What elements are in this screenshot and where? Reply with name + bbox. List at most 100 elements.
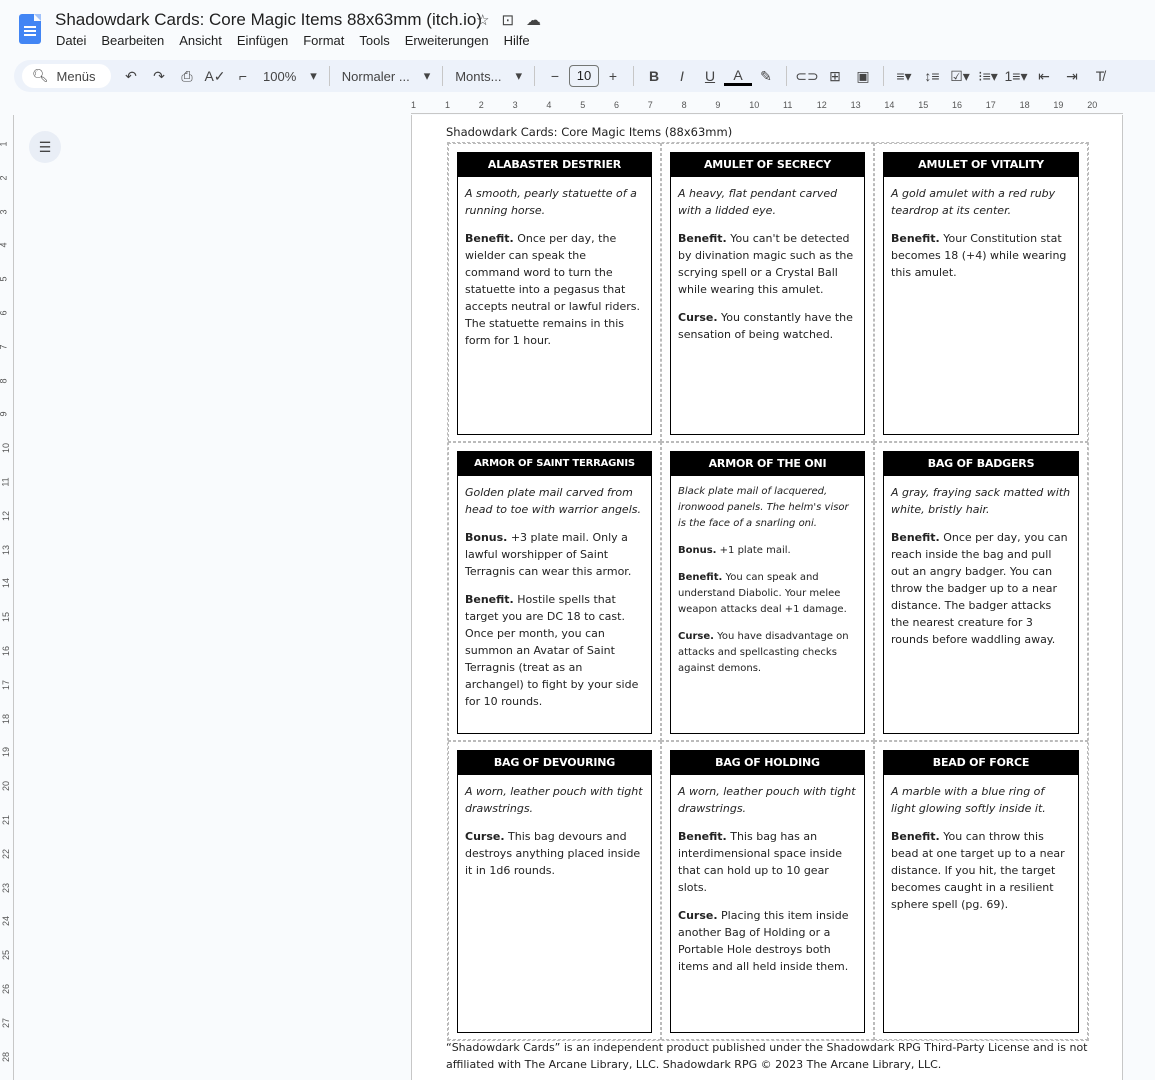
document-page[interactable]: Shadowdark Cards: Core Magic Items (88x6… (411, 115, 1123, 1080)
ruler-tick: 13 (850, 100, 861, 110)
paint-format-icon[interactable]: ⌐ (229, 68, 257, 84)
menu-item-bearbeiten[interactable]: Bearbeiten (101, 33, 164, 48)
section-label: Benefit. (678, 572, 723, 583)
image-icon[interactable]: ▣ (849, 68, 877, 85)
ruler-tick: 12 (816, 100, 827, 110)
divider (786, 66, 787, 86)
title-bar: Shadowdark Cards: Core Magic Items 88x63… (0, 0, 1155, 56)
ruler-tick: 12 (1, 510, 12, 521)
ruler-tick: 19 (1, 747, 12, 758)
card-body: A smooth, pearly statuette of a running … (458, 177, 651, 349)
ruler-tick: 3 (0, 209, 9, 214)
ruler-tick: 5 (0, 277, 9, 282)
line-spacing-icon[interactable]: ↕≡ (918, 68, 946, 84)
menu-item-hilfe[interactable]: Hilfe (504, 33, 530, 48)
zoom-select[interactable]: 100% ▾ (257, 68, 323, 84)
redo-icon[interactable]: ↷ (145, 68, 173, 85)
link-icon[interactable]: ⊂⊃ (793, 68, 821, 85)
align-icon[interactable]: ≡▾ (890, 68, 918, 85)
increase-indent-icon[interactable]: ⇥ (1058, 68, 1086, 85)
card-section: Benefit. You can throw this bead at one … (891, 828, 1071, 913)
menu-item-format[interactable]: Format (303, 33, 344, 48)
ruler-tick: 14 (884, 100, 895, 110)
section-label: Benefit. (465, 593, 514, 606)
checklist-icon[interactable]: ☑▾ (946, 68, 974, 85)
section-text: Once per day, the wielder can speak the … (465, 232, 640, 347)
item-card: AMULET OF VITALITY A gold amulet with a r… (883, 152, 1079, 435)
card-flavor: Black plate mail of lacquered, ironwood … (678, 486, 849, 529)
docs-logo-icon[interactable] (19, 14, 41, 44)
undo-icon[interactable]: ↶ (117, 68, 145, 85)
ruler-tick: 16 (1, 645, 12, 657)
text-color-icon[interactable]: A (724, 67, 752, 86)
divider (328, 66, 330, 86)
card-section: Benefit. Once per day, the wielder can s… (465, 230, 644, 349)
section-label: Bonus. (678, 545, 717, 556)
ruler-tick: 11 (0, 477, 11, 487)
section-label: Curse. (678, 311, 718, 324)
move-folder-icon[interactable]: ⊡ (501, 11, 514, 29)
card-body: A gold amulet with a red ruby teardrop a… (884, 177, 1078, 281)
card-body: Golden plate mail carved from head to to… (458, 476, 651, 710)
underline-icon[interactable]: U (696, 68, 724, 84)
card-section: Benefit. You can speak and understand Di… (678, 570, 857, 618)
ruler-tick: 9 (715, 100, 721, 110)
bold-icon[interactable]: B (640, 68, 668, 84)
numbered-list-icon[interactable]: 1≡▾ (1002, 68, 1030, 85)
italic-icon[interactable]: I (668, 68, 696, 84)
spellcheck-icon[interactable]: A✓ (201, 68, 229, 85)
item-card: ARMOR OF SAINT TERRAGNIS Golden plate mai… (457, 451, 652, 734)
ruler-tick: 16 (952, 100, 963, 110)
card-flavor: A worn, leather pouch with tight drawstr… (678, 785, 856, 815)
clear-formatting-icon[interactable]: T̸ (1086, 68, 1114, 84)
ruler-tick: 22 (1, 848, 12, 859)
dropdown-icon: ▾ (310, 68, 317, 83)
menu-item-ansicht[interactable]: Ansicht (179, 33, 222, 48)
increase-font-icon[interactable]: + (599, 68, 627, 84)
menu-item-tools[interactable]: Tools (359, 33, 389, 48)
ruler-tick: 15 (918, 100, 929, 110)
ruler-tick: 18 (1, 713, 12, 724)
ruler-tick: 5 (580, 100, 586, 110)
card-body: A worn, leather pouch with tight drawstr… (671, 775, 864, 975)
menu-item-erweiterungen[interactable]: Erweiterungen (405, 33, 489, 48)
star-icon[interactable]: ☆ (476, 11, 489, 29)
divider (883, 66, 884, 86)
style-select[interactable]: Normaler ... ▾ (336, 68, 436, 84)
menu-search[interactable]: 🔍︎ Menüs (22, 64, 111, 88)
card-flavor: A heavy, flat pendant carved with a lidd… (678, 187, 838, 217)
font-select[interactable]: Monts... ▾ (449, 68, 528, 84)
card-section: Benefit. Once per day, you can reach ins… (891, 529, 1071, 648)
print-icon[interactable]: ⎙ (173, 68, 201, 85)
document-title[interactable]: Shadowdark Cards: Core Magic Items 88x63… (55, 10, 482, 30)
document-outline-icon[interactable]: ☰ (29, 131, 61, 163)
ruler-tick: 7 (647, 100, 653, 110)
card-flavor: A gold amulet with a red ruby teardrop a… (891, 187, 1056, 217)
menu-item-datei[interactable]: Datei (56, 33, 86, 48)
ruler-tick: 17 (985, 100, 996, 110)
comment-icon[interactable]: ⊞ (821, 68, 849, 85)
font-size-input[interactable]: 10 (569, 65, 599, 87)
ruler-tick: 23 (1, 882, 12, 893)
section-text: Hostile spells that target you are DC 18… (465, 593, 639, 708)
card-cell: AMULET OF VITALITY A gold amulet with a r… (874, 143, 1088, 442)
ruler-tick: 26 (1, 983, 12, 995)
card-title: BAG OF BADGERS (884, 452, 1078, 476)
decrease-font-icon[interactable]: − (541, 68, 569, 84)
horizontal-ruler[interactable]: 1 1 2 3 4 5 6 7 8 9 10 11 12 13 14 15 16 17 18 19 20 (411, 98, 1123, 114)
menu-item-einfügen[interactable]: Einfügen (237, 33, 288, 48)
ruler-tick: 28 (1, 1051, 12, 1062)
ruler-tick: 25 (1, 950, 12, 961)
card-grid: ALABASTER DESTRIER A smooth, pearly statu… (447, 142, 1089, 1041)
card-title: AMULET OF VITALITY (884, 153, 1078, 177)
bullet-list-icon[interactable]: ⁝≡▾ (974, 68, 1002, 85)
vertical-ruler[interactable]: 1234567891011121314151617181920212223242… (0, 115, 14, 1080)
ruler-tick: 8 (681, 100, 687, 110)
decrease-indent-icon[interactable]: ⇤ (1030, 68, 1058, 85)
cloud-status-icon[interactable]: ☁ (526, 11, 541, 29)
card-cell: AMULET OF SECRECY A heavy, flat pendant c… (661, 143, 874, 442)
highlight-icon[interactable]: ✎ (752, 68, 780, 85)
card-flavor: Golden plate mail carved from head to to… (465, 486, 641, 516)
section-label: Curse. (678, 631, 714, 642)
card-section: Bonus. +1 plate mail. (678, 543, 857, 559)
